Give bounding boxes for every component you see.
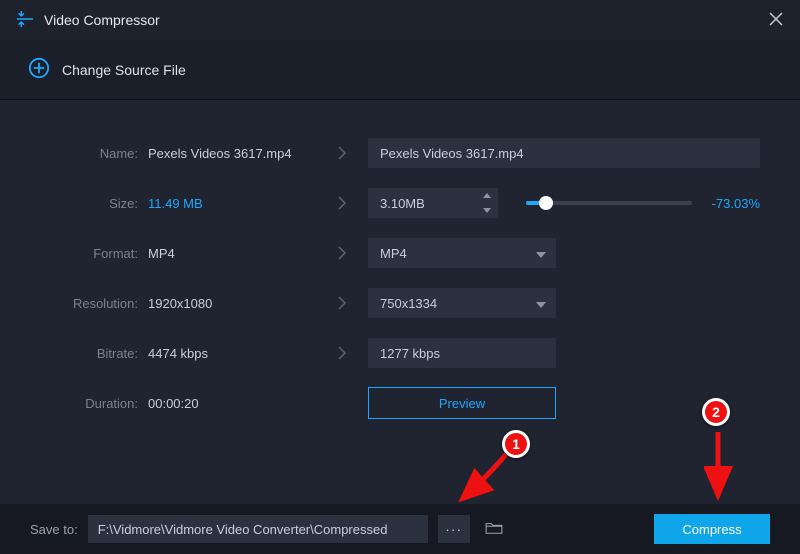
footer-bar: Save to: F:\Vidmore\Vidmore Video Conver… bbox=[0, 504, 800, 554]
title-bar: Video Compressor bbox=[0, 0, 800, 40]
output-bitrate-value: 1277 kbps bbox=[368, 338, 556, 368]
content-panel: Name: Pexels Videos 3617.mp4 .row-name-w… bbox=[0, 100, 800, 504]
label-duration: Duration: bbox=[40, 396, 148, 411]
output-format-select[interactable]: MP4 bbox=[368, 238, 556, 268]
row-name: Name: Pexels Videos 3617.mp4 bbox=[40, 130, 760, 176]
row-bitrate: Bitrate: 4474 kbps 1277 kbps bbox=[40, 330, 760, 376]
arrow-icon bbox=[316, 345, 368, 361]
size-slider[interactable] bbox=[526, 201, 692, 205]
chevron-down-icon bbox=[536, 246, 546, 261]
orig-format: MP4 bbox=[148, 246, 316, 261]
output-resolution-select[interactable]: 750x1334 bbox=[368, 288, 556, 318]
reduction-percent: -73.03% bbox=[712, 196, 760, 211]
spinner-up[interactable] bbox=[476, 188, 498, 203]
open-folder-button[interactable] bbox=[480, 515, 508, 543]
row-format: Format: MP4 MP4 bbox=[40, 230, 760, 276]
change-source-label[interactable]: Change Source File bbox=[62, 62, 186, 78]
arrow-icon bbox=[316, 145, 368, 161]
annotation-arrow-2 bbox=[704, 428, 744, 504]
orig-resolution: 1920x1080 bbox=[148, 296, 316, 311]
label-format: Format: bbox=[40, 246, 148, 261]
browse-path-button[interactable]: ··· bbox=[438, 515, 470, 543]
output-size-spinner[interactable]: 3.10MB bbox=[368, 188, 498, 218]
output-name-input[interactable] bbox=[368, 138, 760, 168]
row-duration: Duration: 00:00:20 Preview bbox=[40, 380, 760, 426]
orig-bitrate: 4474 kbps bbox=[148, 346, 316, 361]
output-size-cell: 3.10MB bbox=[368, 188, 498, 218]
label-bitrate: Bitrate: bbox=[40, 346, 148, 361]
save-to-label: Save to: bbox=[30, 522, 78, 537]
folder-icon bbox=[485, 521, 503, 538]
close-icon bbox=[768, 15, 784, 30]
title-bar-left: Video Compressor bbox=[16, 10, 160, 31]
window-title: Video Compressor bbox=[44, 12, 160, 28]
label-resolution: Resolution: bbox=[40, 296, 148, 311]
orig-size: 11.49 MB bbox=[148, 196, 316, 211]
close-button[interactable] bbox=[768, 11, 784, 30]
output-resolution-cell: 750x1334 bbox=[368, 288, 556, 318]
row-resolution: Resolution: 1920x1080 750x1334 bbox=[40, 280, 760, 326]
label-size: Size: bbox=[40, 196, 148, 211]
row-size: Size: 11.49 MB 3.10MB -73.03% bbox=[40, 180, 760, 226]
slider-thumb[interactable] bbox=[539, 196, 553, 210]
annotation-badge-1: 1 bbox=[502, 430, 530, 458]
plus-circle-icon[interactable] bbox=[28, 57, 50, 82]
label-name: Name: bbox=[40, 146, 148, 161]
output-name-cell bbox=[368, 138, 760, 168]
save-path-display[interactable]: F:\Vidmore\Vidmore Video Converter\Compr… bbox=[88, 515, 428, 543]
compress-label: Compress bbox=[682, 522, 741, 537]
annotation-badge-2: 2 bbox=[702, 398, 730, 426]
arrow-icon bbox=[316, 245, 368, 261]
spinner-down[interactable] bbox=[476, 203, 498, 218]
arrow-icon bbox=[316, 295, 368, 311]
output-format-cell: MP4 bbox=[368, 238, 556, 268]
output-bitrate-cell: 1277 kbps bbox=[368, 338, 556, 368]
output-format-value: MP4 bbox=[380, 246, 407, 261]
compress-button[interactable]: Compress bbox=[654, 514, 770, 544]
output-resolution-value: 750x1334 bbox=[380, 296, 437, 311]
orig-duration: 00:00:20 bbox=[148, 396, 316, 411]
orig-name: Pexels Videos 3617.mp4 bbox=[148, 146, 316, 161]
chevron-down-icon bbox=[536, 296, 546, 311]
arrow-icon bbox=[316, 195, 368, 211]
size-slider-cell: -73.03% bbox=[498, 196, 760, 211]
compress-app-icon bbox=[16, 10, 34, 31]
output-size-value: 3.10MB bbox=[368, 188, 476, 218]
source-file-bar: Change Source File bbox=[0, 40, 800, 100]
preview-label: Preview bbox=[439, 396, 485, 411]
preview-button[interactable]: Preview bbox=[368, 387, 556, 419]
